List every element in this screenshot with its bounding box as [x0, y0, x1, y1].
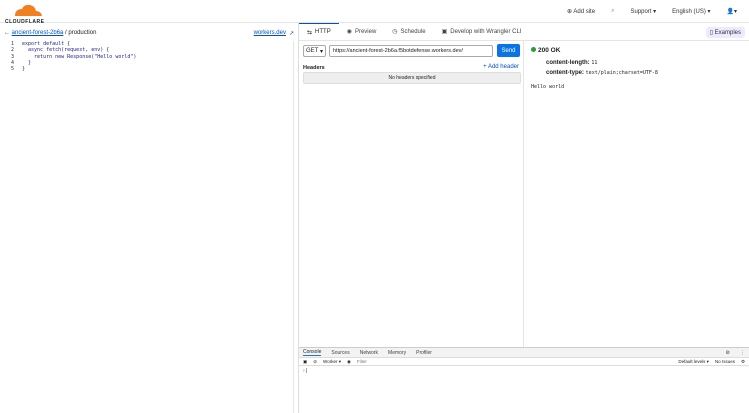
tab-label: Preview: [354, 28, 377, 35]
devtools-tab-network[interactable]: Network: [360, 350, 378, 356]
console-settings-icon[interactable]: ⚙: [741, 359, 745, 365]
context-select[interactable]: Worker ▾: [323, 359, 341, 365]
settings-icon[interactable]: ⚙: [726, 350, 730, 356]
method-select[interactable]: GET ▾: [303, 45, 326, 57]
devtools-tab-sources[interactable]: Sources: [331, 350, 349, 356]
add-header-label: Add header: [487, 64, 519, 70]
send-button[interactable]: Send: [497, 44, 520, 57]
support-menu[interactable]: Support ▾: [630, 8, 656, 15]
support-label: Support: [630, 9, 652, 15]
tab-http[interactable]: ⇆ HTTP: [299, 22, 339, 41]
headers-label: Headers: [303, 65, 325, 71]
console-prompt[interactable]: › |: [299, 366, 749, 376]
tab-schedule[interactable]: ◷ Schedule: [384, 23, 433, 41]
code-line: 5}: [0, 66, 293, 72]
language-label: English (US): [672, 9, 706, 15]
tab-wrangler[interactable]: ▣ Develop with Wrangler CLI: [434, 23, 530, 41]
eye-icon: ◉: [346, 29, 352, 35]
add-site-label: Add site: [573, 9, 596, 15]
response-header: content-type: text/plain;charset=UTF-8: [546, 70, 743, 76]
header-value: 11: [591, 60, 598, 66]
environment-label: production: [68, 30, 97, 36]
tool-tabs: ⇆ HTTP ◉ Preview ◷ Schedule ▣ Develop with W…: [299, 22, 749, 41]
add-header-button[interactable]: + Add header: [483, 64, 519, 70]
devtools-panel: Console Sources Network Memory Profiler …: [299, 347, 749, 413]
status-text: 200 OK: [538, 47, 561, 54]
devtools-tab-memory[interactable]: Memory: [388, 350, 406, 356]
clock-icon: ◷: [392, 29, 398, 35]
cloudflare-logo[interactable]: CLOUDFLARE: [5, 4, 45, 25]
external-link-icon[interactable]: ↗: [289, 30, 294, 37]
issues-button[interactable]: No Issues: [715, 359, 735, 364]
response-body: Hello world: [531, 84, 565, 90]
clear-console-icon[interactable]: ⊘: [313, 359, 317, 365]
devtools-tab-profiler[interactable]: Profiler: [416, 350, 432, 356]
method-value: GET: [305, 48, 319, 54]
top-bar: CLOUDFLARE ⊕ Add site ⌕ Support ▾ Englis…: [0, 0, 749, 25]
language-menu[interactable]: English (US) ▾: [672, 8, 710, 15]
response-panel: 200 OK content-length: 11 content-type: …: [525, 41, 749, 347]
terminal-icon: ▣: [441, 29, 448, 35]
header-key: content-length:: [546, 60, 590, 66]
request-panel: GET ▾ https://ancient-forest-2b6a.f5botd…: [299, 41, 524, 347]
more-icon[interactable]: ⋮: [740, 350, 745, 356]
code-editor[interactable]: 1 export default { 2 async fetch(request,…: [0, 41, 294, 413]
sidebar-toggle-icon[interactable]: ▣: [303, 359, 307, 365]
user-menu-icon[interactable]: 👤▾: [727, 8, 737, 15]
arrows-icon: ⇆: [307, 29, 313, 36]
breadcrumb: ← ancient-forest-2b6a / production worke…: [0, 26, 298, 40]
tab-label: HTTP: [315, 29, 331, 35]
examples-button[interactable]: ▯ Examples: [705, 27, 745, 38]
no-headers-message: No headers specified: [303, 72, 521, 84]
url-input[interactable]: https://ancient-forest-2b6a.f5botdefense…: [329, 45, 493, 57]
line-number: 5: [10, 66, 14, 73]
tab-label: Develop with Wrangler CLI: [450, 28, 522, 35]
status-dot-icon: [531, 47, 536, 52]
tab-preview[interactable]: ◉ Preview: [339, 23, 385, 41]
filter-input[interactable]: Filter: [357, 359, 672, 364]
response-header: content-length: 11: [546, 60, 743, 66]
search-icon[interactable]: ⌕: [611, 8, 614, 15]
context-value: Worker: [323, 358, 338, 364]
levels-value: Default levels: [678, 358, 706, 364]
code-text: }: [22, 66, 26, 73]
eye-icon[interactable]: ◉: [347, 359, 351, 365]
header-value: text/plain;charset=UTF-8: [585, 70, 658, 76]
examples-label: Examples: [714, 30, 741, 36]
devtools-tab-console[interactable]: Console: [303, 349, 322, 356]
header-key: content-type:: [546, 70, 584, 76]
status-badge: 200 OK: [531, 47, 743, 54]
workers-dev-link[interactable]: workers.dev: [254, 30, 286, 36]
worker-link[interactable]: ancient-forest-2b6a: [12, 30, 64, 36]
prompt-icon: ›: [303, 368, 305, 374]
levels-select[interactable]: Default levels ▾: [678, 359, 709, 365]
logo-text: CLOUDFLARE: [5, 19, 45, 25]
cloud-icon: [15, 4, 42, 16]
code-text: return new Response("Hello world"): [22, 53, 137, 60]
add-site-button[interactable]: ⊕ Add site: [567, 8, 595, 15]
tab-label: Schedule: [400, 28, 426, 35]
back-arrow-icon[interactable]: ←: [4, 30, 12, 36]
